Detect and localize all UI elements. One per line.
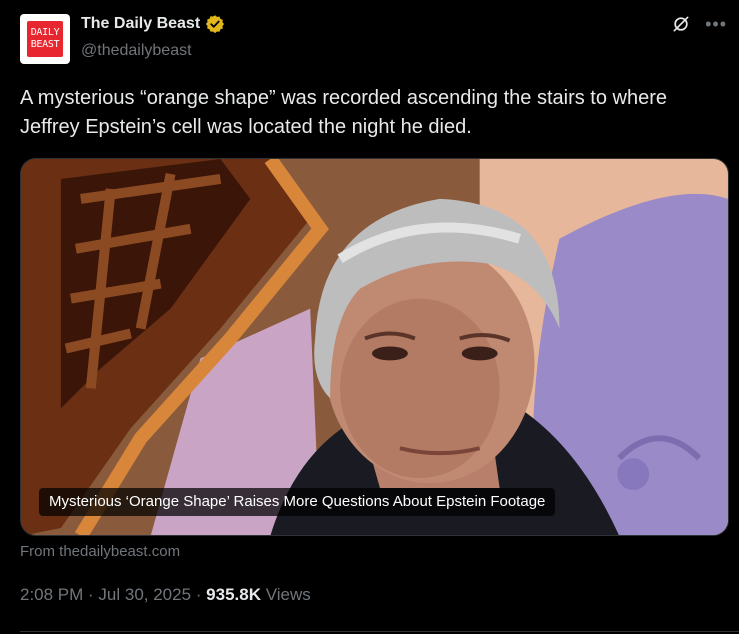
post-date[interactable]: Jul 30, 2025 xyxy=(98,585,191,605)
logo-line-1: DAILY xyxy=(30,27,60,38)
meta-separator: · xyxy=(191,585,207,604)
grok-icon[interactable] xyxy=(671,14,691,34)
card-source[interactable]: From thedailybeast.com xyxy=(20,543,180,560)
meta-separator: · xyxy=(83,585,99,604)
display-name[interactable]: The Daily Beast xyxy=(81,15,200,33)
views-count: 935.8K xyxy=(206,585,261,604)
tweet-text: A mysterious “orange shape” was recorded… xyxy=(20,87,668,138)
tweet-meta: 2:08 PM · Jul 30, 2025 · 935.8K Views xyxy=(20,585,311,605)
views-label: Views xyxy=(261,585,311,604)
verified-badge-icon[interactable] xyxy=(205,14,225,34)
card-title: Mysterious ‘Orange Shape’ Raises More Qu… xyxy=(39,488,556,516)
more-icon[interactable]: ••• xyxy=(705,15,727,33)
name-row: The Daily Beast xyxy=(81,14,225,34)
divider xyxy=(20,631,739,632)
top-actions: ••• xyxy=(671,14,727,34)
logo-line-2: BEAST xyxy=(30,39,60,50)
account-handle[interactable]: @thedailybeast xyxy=(81,42,192,60)
daily-beast-logo: DAILY BEAST xyxy=(27,21,63,57)
avatar[interactable]: DAILY BEAST xyxy=(20,14,70,64)
link-card[interactable]: Mysterious ‘Orange Shape’ Raises More Qu… xyxy=(20,158,729,536)
post-time[interactable]: 2:08 PM xyxy=(20,585,83,605)
card-image xyxy=(21,159,728,535)
